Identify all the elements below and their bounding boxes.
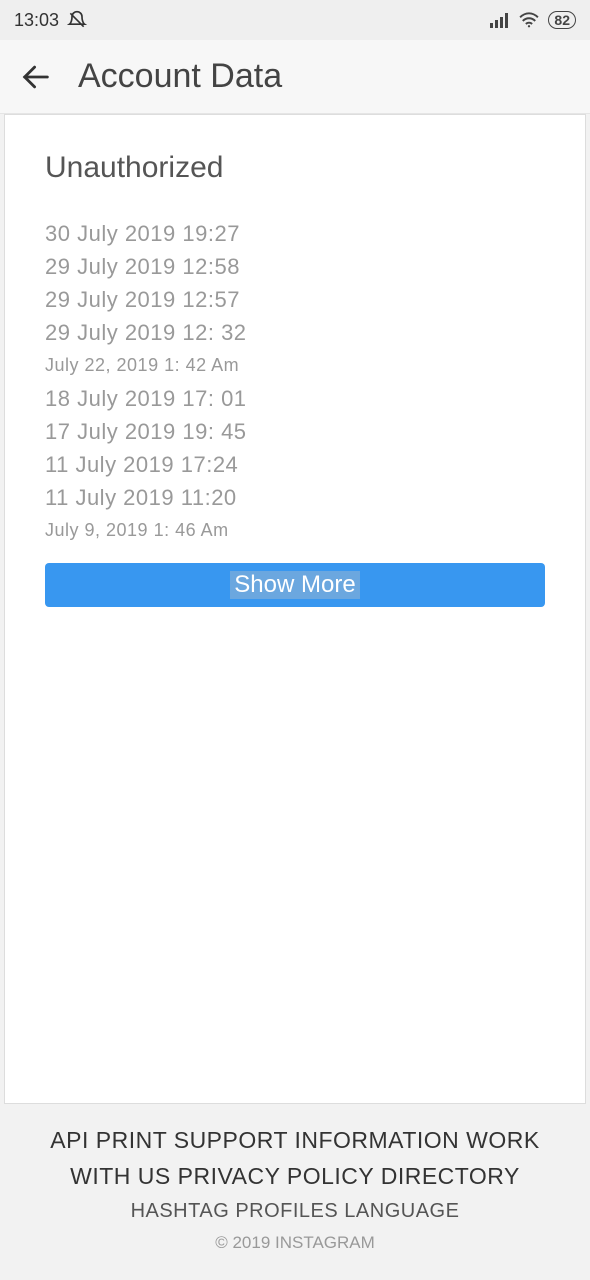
login-entry: 29 July 2019 12:57 <box>45 283 545 316</box>
login-entry: July 9, 2019 1: 46 Am <box>45 514 545 547</box>
login-entry: July 22, 2019 1: 42 Am <box>45 349 545 382</box>
status-bar: 13:03 82 <box>0 0 590 40</box>
section-heading: Unauthorized <box>45 151 545 185</box>
wifi-icon <box>518 12 540 28</box>
show-more-button[interactable]: Show More <box>45 563 545 607</box>
dnd-icon <box>67 10 87 30</box>
entries-list: 30 July 2019 19:2729 July 2019 12:5829 J… <box>45 217 545 547</box>
back-button[interactable] <box>16 57 56 97</box>
page-title: Account Data <box>78 57 282 96</box>
login-entry: 18 July 2019 17: 01 <box>45 382 545 415</box>
footer-links-secondary[interactable]: HASHTAG PROFILES LANGUAGE <box>24 1200 566 1223</box>
login-entry: 30 July 2019 19:27 <box>45 217 545 250</box>
footer: API PRINT SUPPORT INFORMATION WORK WITH … <box>0 1104 590 1253</box>
login-entry: 11 July 2019 17:24 <box>45 448 545 481</box>
login-entry: 29 July 2019 12:58 <box>45 250 545 283</box>
footer-copyright: © 2019 INSTAGRAM <box>24 1233 566 1253</box>
signal-icon <box>490 12 510 28</box>
login-entry: 17 July 2019 19: 45 <box>45 415 545 448</box>
footer-links-primary[interactable]: API PRINT SUPPORT INFORMATION WORK WITH … <box>24 1122 566 1194</box>
show-more-label: Show More <box>230 571 359 599</box>
battery-indicator: 82 <box>548 11 576 29</box>
app-header: Account Data <box>0 40 590 114</box>
status-time: 13:03 <box>14 10 59 31</box>
login-entry: 29 July 2019 12: 32 <box>45 316 545 349</box>
content-card: Unauthorized 30 July 2019 19:2729 July 2… <box>4 114 586 1104</box>
login-entry: 11 July 2019 11:20 <box>45 481 545 514</box>
